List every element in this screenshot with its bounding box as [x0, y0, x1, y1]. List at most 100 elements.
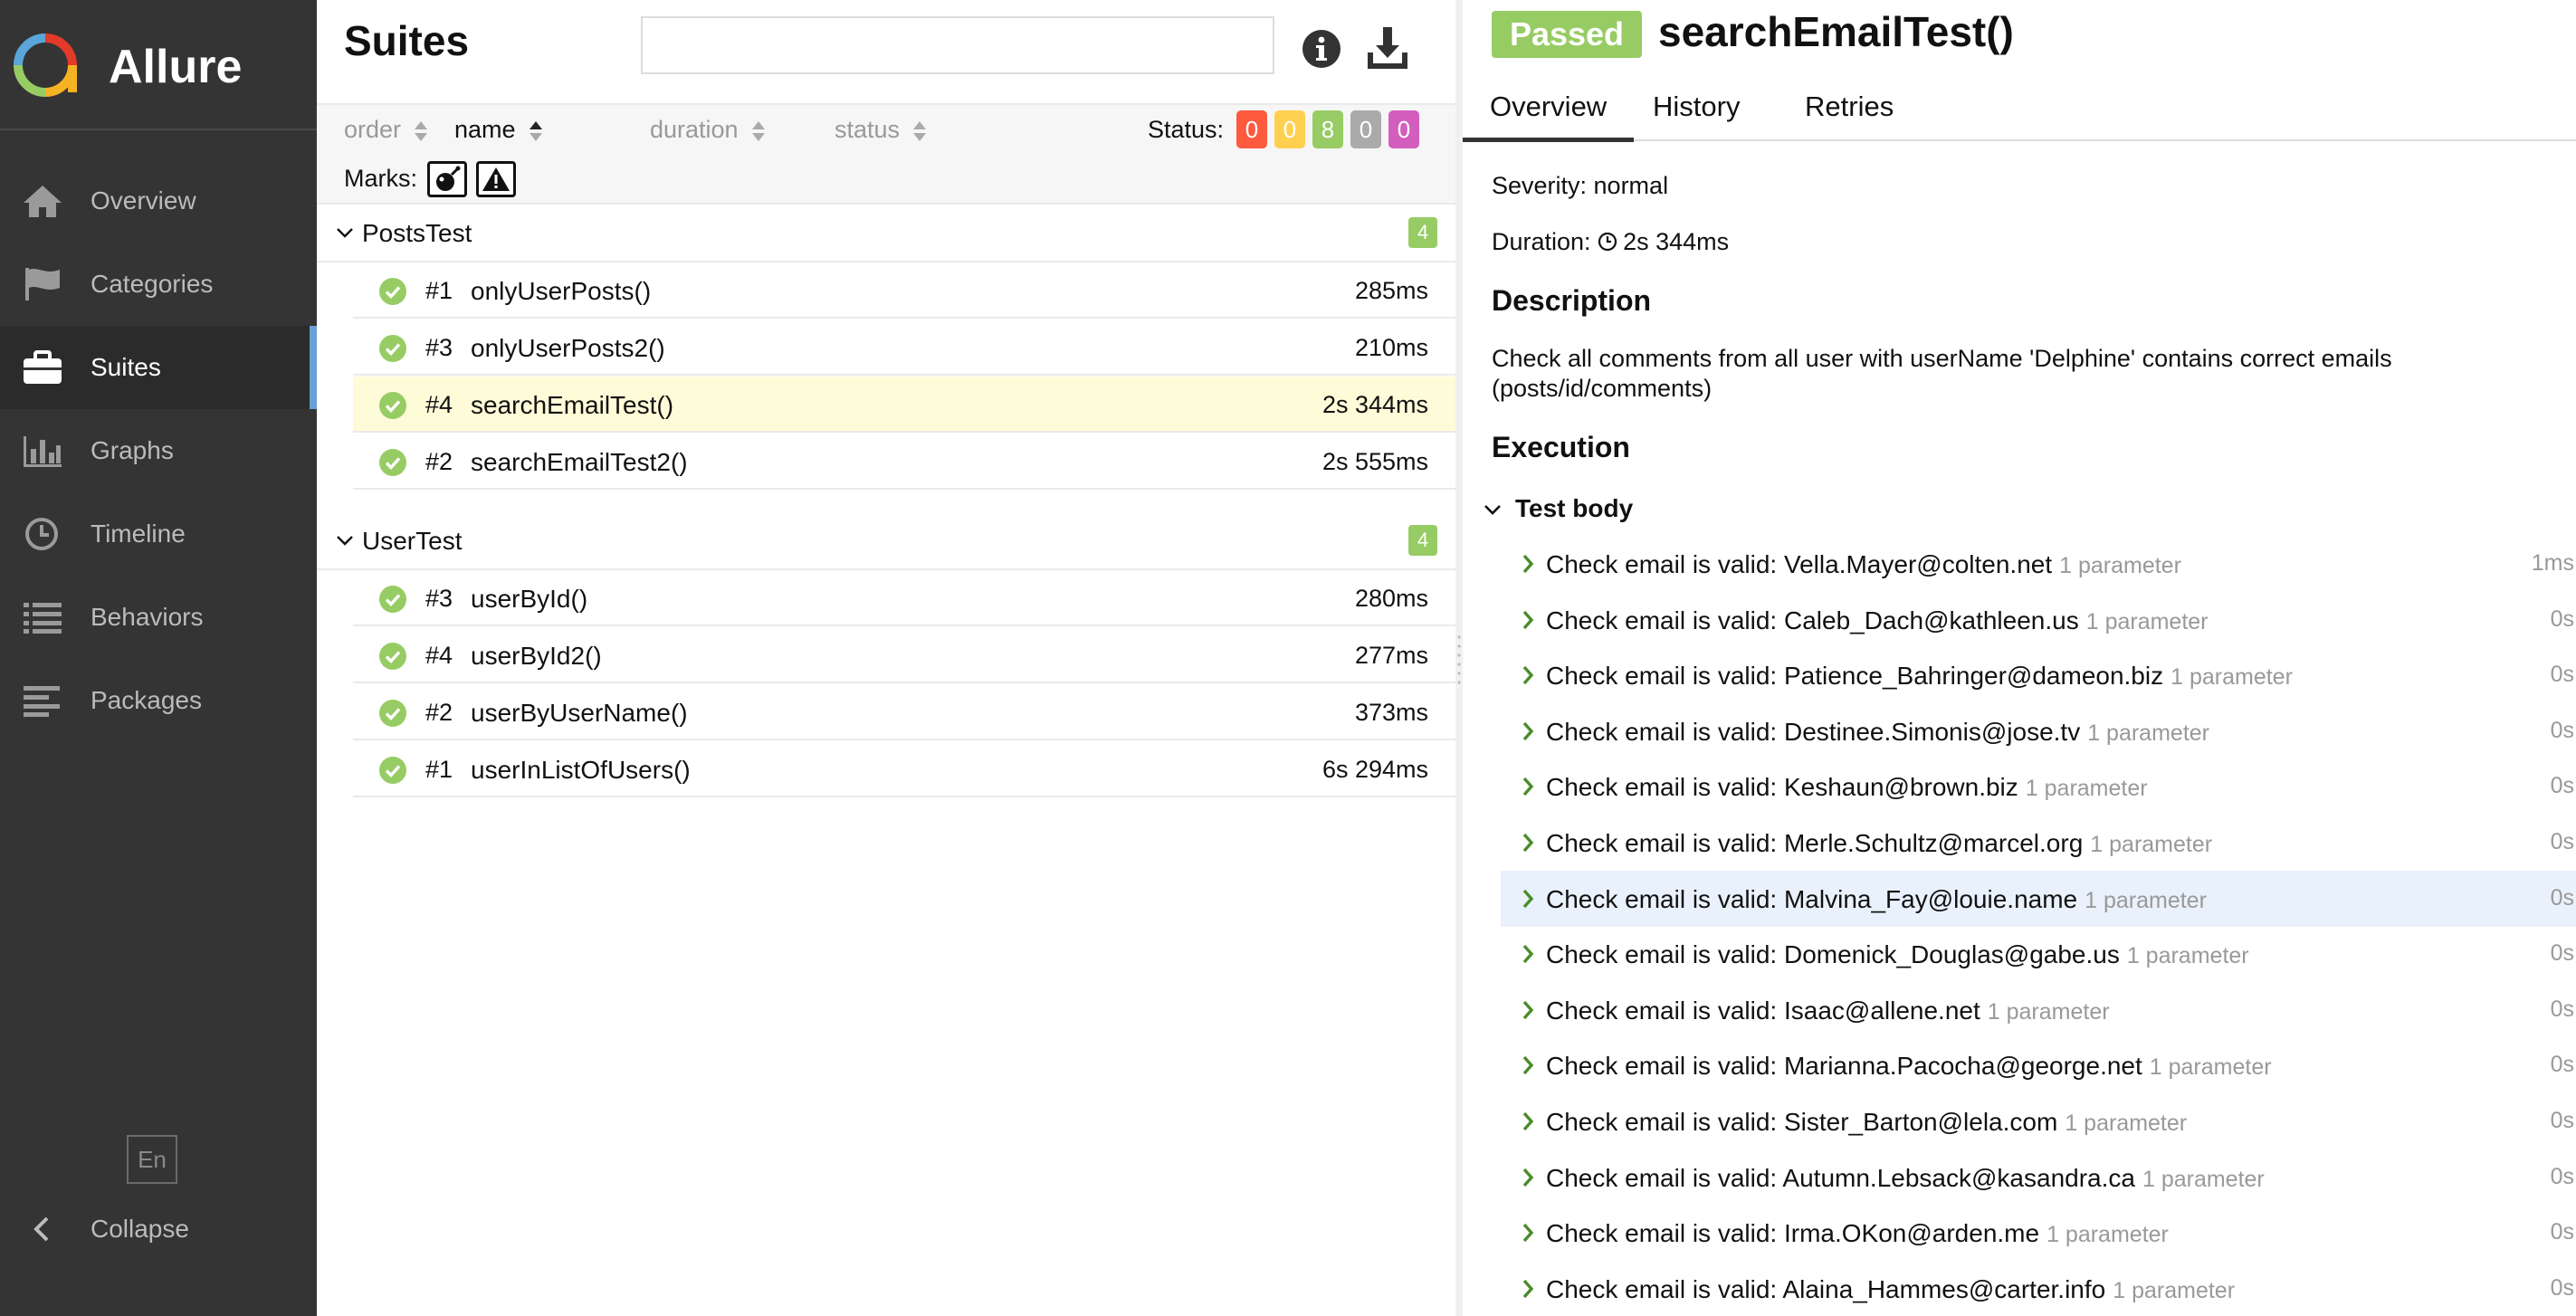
status-broken-toggle[interactable]: 0 [1274, 110, 1305, 148]
test-duration: 280ms [1354, 585, 1428, 612]
step-parameter-count: 1 parameter [2171, 664, 2293, 690]
test-case-row[interactable]: #4 searchEmailTest() 2s 344ms [353, 377, 1455, 433]
sort-name-button[interactable]: name [454, 116, 543, 144]
step-parameter-count: 1 parameter [2142, 1167, 2265, 1192]
step-row[interactable]: Check email is valid: Destinee.Simonis@j… [1501, 703, 2576, 759]
step-row[interactable]: Check email is valid: Keshaun@brown.biz 1… [1501, 758, 2576, 815]
duration-row: Duration: 2s 344ms [1492, 228, 1729, 256]
step-row[interactable]: Check email is valid: Patience_Bahringer… [1501, 647, 2576, 703]
home-icon [24, 186, 62, 217]
tab-history[interactable]: History [1653, 91, 1740, 123]
test-case-row[interactable]: #2 userByUserName() 373ms [353, 684, 1455, 740]
test-duration: 373ms [1354, 699, 1428, 726]
info-icon[interactable] [1302, 29, 1341, 69]
sidebar-item-behaviors[interactable]: Behaviors [0, 576, 317, 659]
chevron-down-icon [1484, 505, 1501, 515]
step-parameter-count: 1 parameter [2059, 553, 2181, 578]
flaky-mark-toggle[interactable] [427, 161, 467, 197]
step-duration: 0s [2550, 718, 2574, 743]
step-row[interactable]: Check email is valid: Merle.Schultz@marc… [1501, 815, 2576, 871]
step-text: Check email is valid: Vella.Mayer@colten… [1546, 550, 2053, 578]
step-text: Check email is valid: Keshaun@brown.biz [1546, 773, 2018, 801]
step-parameter-count: 1 parameter [2025, 776, 2148, 801]
test-case-row[interactable]: #1 userInListOfUsers() 6s 294ms [353, 741, 1455, 797]
step-row[interactable]: Check email is valid: Sister_Barton@lela… [1501, 1093, 2576, 1149]
test-body-label: Test body [1515, 494, 1634, 522]
sidebar-item-label: Behaviors [91, 603, 204, 631]
brand[interactable]: Allure [0, 0, 317, 130]
step-title: Check email is valid: Autumn.Lebsack@kas… [1546, 1164, 2265, 1193]
step-text: Check email is valid: Irma.OKon@arden.me [1546, 1219, 2040, 1247]
status-failed-toggle[interactable]: 0 [1236, 110, 1267, 148]
tab-retries[interactable]: Retries [1805, 91, 1894, 123]
step-text: Check email is valid: Patience_Bahringer… [1546, 662, 2164, 690]
test-case-row[interactable]: #1 onlyUserPosts() 285ms [353, 262, 1455, 319]
search-input[interactable] [641, 16, 1274, 74]
sidebar-item-graphs[interactable]: Graphs [0, 409, 317, 492]
step-text: Check email is valid: Autumn.Lebsack@kas… [1546, 1164, 2135, 1192]
check-circle-icon [379, 700, 406, 727]
step-row[interactable]: Check email is valid: Malvina_Fay@louie.… [1501, 871, 2576, 927]
execution-title: Execution [1492, 431, 1630, 463]
test-case-row[interactable]: #2 searchEmailTest2() 2s 555ms [353, 434, 1455, 490]
step-row[interactable]: Check email is valid: Alaina_Hammes@cart… [1501, 1261, 2576, 1316]
test-case-row[interactable]: #4 userById2() 277ms [353, 627, 1455, 683]
chevron-left-icon [33, 1216, 49, 1242]
sort-order-button[interactable]: order [344, 116, 428, 144]
suite-group-row[interactable]: PostsTest 4 [317, 205, 1455, 262]
check-circle-icon [379, 586, 406, 613]
step-row[interactable]: Check email is valid: Vella.Mayer@colten… [1501, 536, 2576, 592]
sidebar-item-categories[interactable]: Categories [0, 243, 317, 326]
tab-overview[interactable]: Overview [1463, 91, 1635, 142]
step-parameter-count: 1 parameter [2046, 1222, 2169, 1247]
test-order: #2 [425, 448, 453, 475]
test-duration: 6s 294ms [1321, 756, 1428, 783]
check-circle-icon [379, 335, 406, 362]
step-row[interactable]: Check email is valid: Isaac@allene.net 1 … [1501, 982, 2576, 1038]
test-case-row[interactable]: #3 onlyUserPosts2() 210ms [353, 319, 1455, 376]
step-title: Check email is valid: Domenick_Douglas@g… [1546, 940, 2249, 969]
step-row[interactable]: Check email is valid: Marianna.Pacocha@g… [1501, 1037, 2576, 1093]
suite-group-row[interactable]: UserTest 4 [317, 512, 1455, 570]
step-title: Check email is valid: Destinee.Simonis@j… [1546, 718, 2209, 747]
test-name: onlyUserPosts() [471, 277, 652, 305]
step-row[interactable]: Check email is valid: Caleb_Dach@kathlee… [1501, 592, 2576, 648]
collapse-label: Collapse [91, 1215, 189, 1243]
check-circle-icon [379, 757, 406, 784]
language-button[interactable]: En [127, 1135, 177, 1184]
sort-duration-button[interactable]: duration [650, 116, 766, 144]
step-row[interactable]: Check email is valid: Autumn.Lebsack@kas… [1501, 1149, 2576, 1206]
step-title: Check email is valid: Alaina_Hammes@cart… [1546, 1275, 2235, 1304]
step-duration: 0s [2550, 773, 2574, 798]
step-title: Check email is valid: Keshaun@brown.biz 1… [1546, 773, 2148, 802]
sidebar-item-packages[interactable]: Packages [0, 659, 317, 742]
download-icon[interactable] [1365, 25, 1410, 71]
sidebar-item-overview[interactable]: Overview [0, 159, 317, 243]
sort-arrows-icon [415, 120, 428, 141]
sort-status-button[interactable]: status [835, 116, 927, 144]
sidebar-item-timeline[interactable]: Timeline [0, 492, 317, 576]
test-duration: 277ms [1354, 642, 1428, 669]
bar-chart-icon [24, 436, 62, 467]
sidebar-item-suites[interactable]: Suites [0, 326, 317, 409]
sidebar: Allure Overview Categories Suites Graphs… [0, 0, 317, 1316]
step-text: Check email is valid: Malvina_Fay@louie.… [1546, 885, 2078, 913]
status-skipped-toggle[interactable]: 0 [1350, 110, 1381, 148]
sidebar-item-label: Categories [91, 270, 214, 298]
step-row[interactable]: Check email is valid: Domenick_Douglas@g… [1501, 926, 2576, 982]
step-text: Check email is valid: Merle.Schultz@marc… [1546, 829, 2084, 857]
status-unknown-toggle[interactable]: 0 [1388, 110, 1419, 148]
step-row[interactable]: Check email is valid: Irma.OKon@arden.me… [1501, 1205, 2576, 1261]
step-duration: 0s [2550, 997, 2574, 1022]
pane-splitter[interactable] [1455, 0, 1463, 1316]
details-tabs: Overview History Retries [1463, 76, 2576, 142]
step-title: Check email is valid: Sister_Barton@lela… [1546, 1108, 2187, 1137]
new-failed-mark-toggle[interactable] [476, 161, 516, 197]
collapse-button[interactable]: Collapse [0, 1193, 317, 1265]
test-order: #4 [425, 642, 453, 669]
test-name: searchEmailTest() [471, 391, 674, 419]
chevron-right-icon [1522, 665, 1534, 685]
test-case-row[interactable]: #3 userById() 280ms [353, 570, 1455, 626]
status-passed-toggle[interactable]: 8 [1312, 110, 1343, 148]
clock-icon [1598, 232, 1617, 252]
